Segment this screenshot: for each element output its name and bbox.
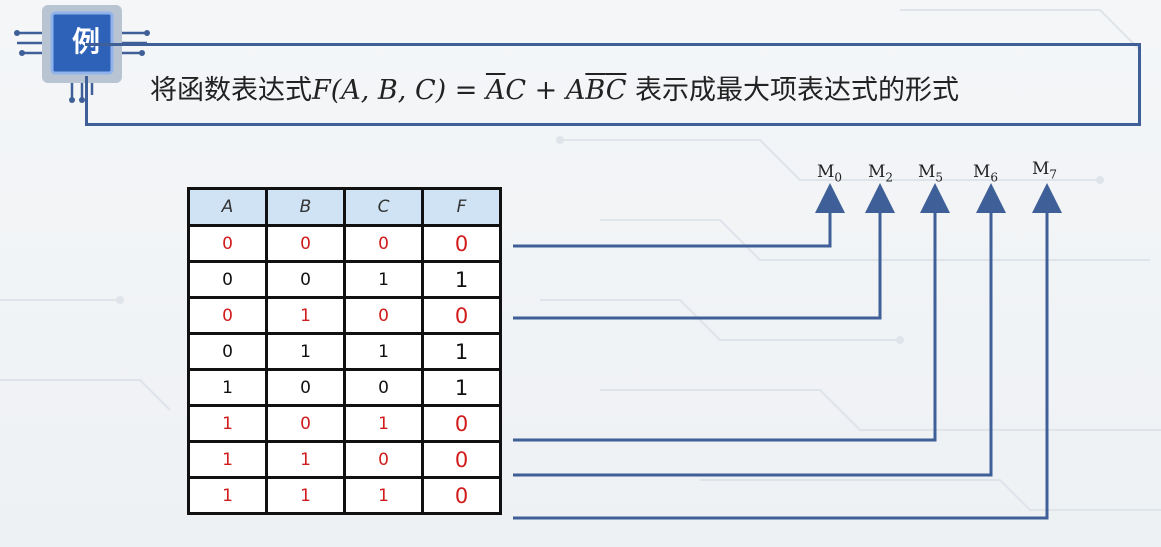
table-cell: 0 — [187, 260, 268, 299]
table-cell: 1 — [343, 260, 424, 299]
table-cell: 0 — [187, 332, 268, 371]
table-cell: 1 — [343, 332, 424, 371]
table-cell: 1 — [187, 440, 268, 479]
table-cell: 0 — [265, 224, 346, 263]
title-function: F(A, B, C) = — [312, 75, 486, 106]
table-row: 1100 — [187, 440, 502, 479]
table-row: 1010 — [187, 404, 502, 443]
table-cell: 1 — [265, 332, 346, 371]
table-row: 1001 — [187, 368, 502, 407]
maxterm-m5: M5 — [918, 162, 944, 185]
table-cell: 0 — [343, 296, 424, 335]
table-row: 0000 — [187, 224, 502, 263]
title-term1-b: C + A — [505, 75, 586, 106]
table-cell: 1 — [421, 332, 502, 371]
title-suffix: 表示成最大项表达式的形式 — [626, 75, 959, 106]
table-cell: 0 — [421, 440, 502, 479]
table-cell: 0 — [265, 368, 346, 407]
table-cell: 0 — [265, 260, 346, 299]
table-cell: 1 — [265, 440, 346, 479]
title-term2-b: B — [585, 75, 606, 106]
maxterm-m6: M6 — [973, 162, 999, 185]
table-cell: 0 — [343, 224, 424, 263]
maxterm-m0: M0 — [817, 162, 843, 185]
table-cell: 1 — [343, 404, 424, 443]
table-row: 1110 — [187, 476, 502, 515]
title-prefix: 将函数表达式 — [150, 75, 312, 106]
table-cell: 0 — [421, 296, 502, 335]
table-cell: 1 — [265, 476, 346, 515]
table-cell: 0 — [187, 224, 268, 263]
table-row: 0111 — [187, 332, 502, 371]
table-cell: 1 — [187, 476, 268, 515]
header-cell-b: B — [265, 187, 346, 227]
maxterm-m7: M7 — [1032, 159, 1058, 182]
table-cell: 0 — [421, 476, 502, 515]
table-cell: 1 — [265, 296, 346, 335]
table-cell: 1 — [343, 476, 424, 515]
table-cell: 0 — [265, 404, 346, 443]
truth-table-header: A B C F — [187, 187, 502, 227]
table-cell: 1 — [187, 404, 268, 443]
table-cell: 0 — [421, 404, 502, 443]
table-cell: 0 — [421, 224, 502, 263]
table-cell: 1 — [421, 260, 502, 299]
header-cell-c: C — [343, 187, 424, 227]
page-title: 将函数表达式F(A, B, C) = AC + ABC 表示成最大项表达式的形式 — [150, 68, 959, 107]
table-row: 0100 — [187, 296, 502, 335]
table-cell: 0 — [343, 368, 424, 407]
header-cell-f: F — [421, 187, 502, 227]
title-term1-a: A — [485, 75, 506, 106]
header-cell-a: A — [187, 187, 268, 227]
table-cell: 0 — [187, 296, 268, 335]
truth-table: A B C F 00000011010001111001101011001110 — [187, 187, 502, 515]
title-term2-c: C — [605, 75, 627, 106]
table-cell: 0 — [343, 440, 424, 479]
maxterm-m2: M2 — [868, 162, 894, 185]
table-cell: 1 — [187, 368, 268, 407]
table-row: 0011 — [187, 260, 502, 299]
table-cell: 1 — [421, 368, 502, 407]
